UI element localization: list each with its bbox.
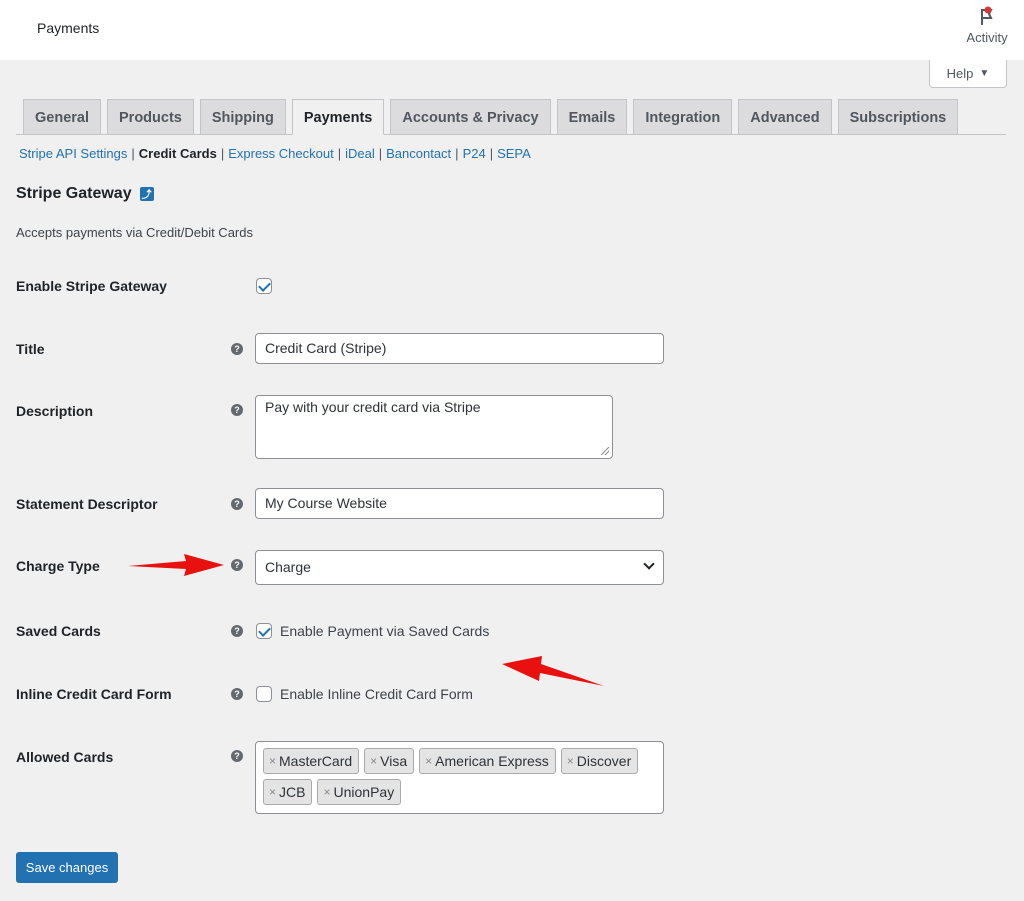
top-bar: Payments Activity	[0, 0, 1024, 60]
annotation-arrow-icon	[502, 656, 604, 686]
section-title: Stripe Gateway	[16, 185, 154, 203]
inline-form-checkbox-label[interactable]: Enable Inline Credit Card Form	[280, 686, 473, 702]
card-tag-label: MasterCard	[279, 753, 353, 769]
statement-descriptor-label: Statement Descriptor	[16, 496, 158, 512]
help-tip-icon[interactable]: ?	[231, 559, 243, 571]
help-tip-icon[interactable]: ?	[231, 343, 243, 355]
tab-advanced[interactable]: Advanced	[738, 99, 832, 135]
statement-descriptor-input[interactable]: My Course Website	[255, 488, 664, 519]
help-tip-icon[interactable]: ?	[231, 404, 243, 416]
charge-type-value: Charge	[265, 559, 311, 575]
card-tag-label: American Express	[435, 753, 549, 769]
card-tag-label: UnionPay	[333, 784, 395, 800]
card-tag-label: Visa	[380, 753, 408, 769]
subnav-credit-cards: Credit Cards	[138, 146, 217, 161]
card-tag: × UnionPay	[317, 779, 402, 805]
tab-general[interactable]: General	[23, 99, 101, 135]
page-title: Payments	[37, 20, 100, 36]
card-tag-label: Discover	[576, 753, 632, 769]
enable-gateway-label: Enable Stripe Gateway	[16, 278, 167, 294]
remove-tag-icon[interactable]: ×	[269, 780, 276, 804]
inline-form-checkbox[interactable]	[256, 686, 272, 702]
remove-tag-icon[interactable]: ×	[269, 749, 276, 773]
description-value: Pay with your credit card via Stripe	[265, 399, 481, 415]
tab-payments[interactable]: Payments	[291, 99, 385, 135]
tab-integration[interactable]: Integration	[633, 99, 733, 135]
description-label: Description	[16, 403, 94, 419]
activity-button[interactable]: Activity	[960, 6, 1014, 45]
charge-type-label: Charge Type	[16, 558, 100, 574]
tab-products[interactable]: Products	[107, 99, 194, 135]
card-tag: × Visa	[364, 748, 415, 774]
remove-tag-icon[interactable]: ×	[425, 749, 432, 773]
subnav-bancontact[interactable]: Bancontact	[386, 146, 451, 161]
charge-type-select[interactable]: Charge	[255, 550, 664, 585]
section-title-text: Stripe Gateway	[16, 185, 132, 202]
notification-dot	[984, 6, 992, 14]
description-textarea[interactable]: Pay with your credit card via Stripe	[255, 395, 613, 459]
help-label: Help	[946, 66, 974, 81]
card-tag: × MasterCard	[263, 748, 360, 774]
return-link-icon[interactable]	[139, 186, 154, 201]
tab-accounts-privacy[interactable]: Accounts & Privacy	[390, 99, 551, 135]
chevron-down-icon	[643, 558, 655, 570]
resize-handle-icon[interactable]	[601, 447, 609, 455]
saved-cards-label: Saved Cards	[16, 623, 101, 639]
save-changes-button[interactable]: Save changes	[16, 852, 118, 883]
caret-down-icon: ▼	[979, 68, 990, 79]
help-button[interactable]: Help ▼	[929, 60, 1007, 88]
subnav-express-checkout[interactable]: Express Checkout	[228, 146, 334, 161]
help-tip-icon[interactable]: ?	[231, 498, 243, 510]
remove-tag-icon[interactable]: ×	[323, 780, 330, 804]
help-tip-icon[interactable]: ?	[231, 688, 243, 700]
saved-cards-checkbox[interactable]	[256, 623, 272, 639]
inline-form-label: Inline Credit Card Form	[16, 686, 172, 702]
payment-subnav: Stripe API Settings | Credit Cards | Exp…	[19, 146, 531, 161]
annotation-arrow-icon	[128, 554, 224, 576]
allowed-cards-label: Allowed Cards	[16, 749, 114, 765]
tab-emails[interactable]: Emails	[556, 99, 628, 135]
remove-tag-icon[interactable]: ×	[567, 749, 574, 773]
card-tag: × JCB	[263, 779, 313, 805]
card-tag: × Discover	[560, 748, 639, 774]
section-description: Accepts payments via Credit/Debit Cards	[16, 225, 253, 240]
title-input[interactable]: Credit Card (Stripe)	[255, 333, 664, 364]
subnav-p24[interactable]: P24	[463, 146, 486, 161]
tab-shipping[interactable]: Shipping	[199, 99, 286, 135]
settings-tabs: General Products Shipping Payments Accou…	[23, 99, 959, 135]
enable-gateway-checkbox[interactable]	[256, 278, 272, 294]
subnav-sepa[interactable]: SEPA	[497, 146, 531, 161]
card-tag-label: JCB	[279, 784, 306, 800]
allowed-cards-multiselect[interactable]: × MasterCard × Visa × American Express × Dis…	[255, 741, 664, 814]
remove-tag-icon[interactable]: ×	[370, 749, 377, 773]
flag-icon	[981, 6, 993, 25]
tab-subscriptions[interactable]: Subscriptions	[837, 99, 959, 135]
help-tip-icon[interactable]: ?	[231, 750, 243, 762]
subnav-ideal[interactable]: iDeal	[345, 146, 375, 161]
card-tag: × American Express	[419, 748, 556, 774]
saved-cards-checkbox-label[interactable]: Enable Payment via Saved Cards	[280, 623, 489, 639]
help-tip-icon[interactable]: ?	[231, 625, 243, 637]
title-label: Title	[16, 341, 45, 357]
activity-label: Activity	[966, 30, 1008, 45]
subnav-stripe-api-settings[interactable]: Stripe API Settings	[19, 146, 127, 161]
